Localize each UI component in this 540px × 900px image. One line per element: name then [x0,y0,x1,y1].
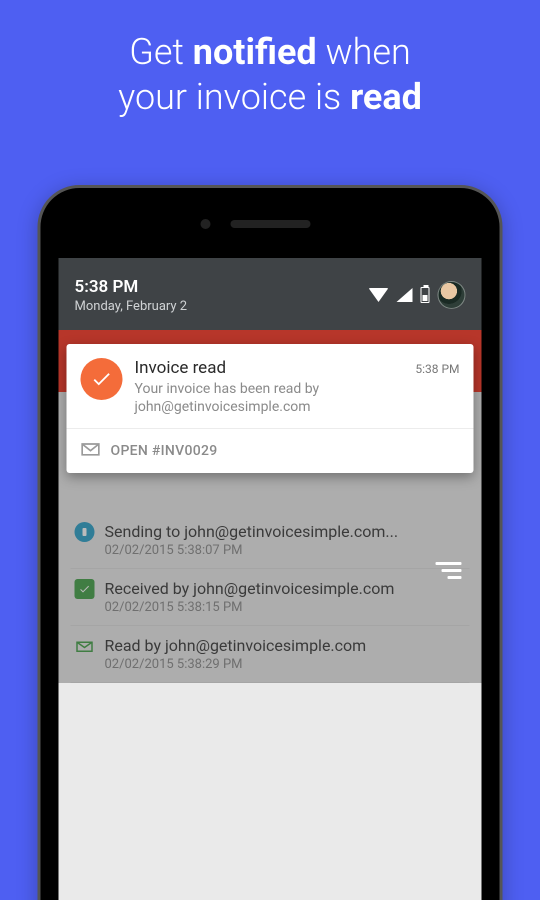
log-item-timestamp: 02/02/2015 5:38:29 PM [105,657,466,672]
status-icons [369,281,466,309]
status-date: Monday, February 2 [75,299,369,314]
status-time: 5:38 PM [75,277,369,297]
log-item-timestamp: 02/02/2015 5:38:07 PM [105,543,466,558]
device-screen: Sending to john@getinvoicesimple.com... … [59,258,482,900]
notification-card[interactable]: Invoice read 5:38 PM Your invoice has be… [67,344,474,473]
filter-icon[interactable] [436,558,462,583]
log-item[interactable]: Sending to john@getinvoicesimple.com... … [71,512,470,569]
checkmark-circle-icon [81,358,123,400]
notification-time: 5:38 PM [415,362,459,376]
signal-icon [397,288,413,302]
info-icon [75,522,95,542]
notification-title: Invoice read [135,358,227,378]
device-frame: Sending to john@getinvoicesimple.com... … [38,185,503,900]
notification-message: Your invoice has been read by john@getin… [135,380,460,416]
log-item-timestamp: 02/02/2015 5:38:15 PM [105,600,466,615]
envelope-open-icon [75,636,95,656]
battery-icon [421,287,430,303]
envelope-icon [81,441,101,461]
promo-headline: Get notified when your invoice is read [0,0,540,148]
check-icon [75,579,95,599]
notification-action-open[interactable]: OPEN #INV0029 [67,428,474,473]
log-item-title: Sending to john@getinvoicesimple.com... [105,522,466,541]
log-item-title: Received by john@getinvoicesimple.com [105,579,466,598]
device-sensor [230,220,310,228]
log-item[interactable]: Read by john@getinvoicesimple.com 02/02/… [71,626,470,683]
log-item[interactable]: Received by john@getinvoicesimple.com 02… [71,569,470,626]
user-avatar[interactable] [438,281,466,309]
wifi-icon [369,288,389,302]
notification-action-label: OPEN #INV0029 [111,443,218,459]
log-item-title: Read by john@getinvoicesimple.com [105,636,466,655]
notification-shade-header[interactable]: 5:38 PM Monday, February 2 [59,258,482,330]
